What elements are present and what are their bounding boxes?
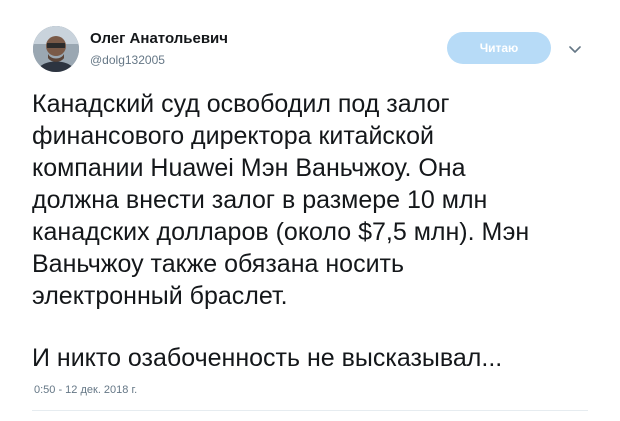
tweet-text: Канадский суд освободил под залог финанс… xyxy=(32,88,602,374)
tweet-timestamp[interactable]: 0:50 - 12 дек. 2018 г. xyxy=(34,384,137,396)
tweet-text-line: компании Huawei Мэн Ваньчжоу. Она xyxy=(32,154,466,182)
chevron-down-icon[interactable] xyxy=(565,40,585,60)
tweet-text-line: Канадский суд освободил под залог xyxy=(32,90,450,118)
tweet-text-line: электронный браслет. xyxy=(32,282,288,310)
tweet-card: Олег Анатольевич @dolg132005 Читаю Канад… xyxy=(0,0,620,421)
divider xyxy=(32,410,588,411)
tweet-text-line: финансового директора китайской xyxy=(32,122,434,150)
tweet-text-line: должна внести залог в размере 10 млн xyxy=(32,186,488,214)
tweet-text-line: Ваньчжоу также обязана носить xyxy=(32,250,405,278)
avatar[interactable] xyxy=(33,26,79,72)
author-handle[interactable]: @dolg132005 xyxy=(90,53,165,67)
tweet-closing-line: И никто озабоченность не высказывал... xyxy=(32,344,503,372)
author-name[interactable]: Олег Анатольевич xyxy=(90,30,228,47)
tweet-text-line: канадских долларов (около $7,5 млн). Мэн xyxy=(32,218,530,246)
follow-button[interactable]: Читаю xyxy=(447,32,551,64)
